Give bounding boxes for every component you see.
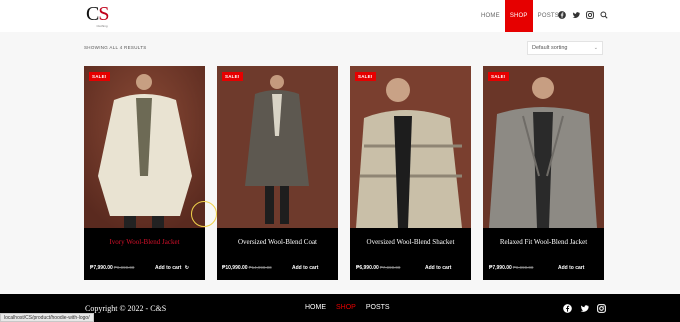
current-price: ₱7,990.00	[489, 265, 512, 271]
add-to-cart-label: Add to cart	[155, 265, 182, 271]
original-price: ₱14,990.00	[248, 265, 272, 270]
footer-nav-posts[interactable]: POSTS	[366, 304, 390, 311]
cursor-highlight	[191, 201, 217, 227]
instagram-icon[interactable]	[586, 11, 594, 19]
instagram-icon[interactable]	[597, 304, 606, 313]
nav-home[interactable]: HOME	[476, 0, 505, 32]
facebook-icon[interactable]	[558, 11, 566, 19]
twitter-icon[interactable]	[572, 11, 580, 19]
product-card[interactable]: SALE!	[350, 66, 471, 280]
current-price: ₱10,990.00	[222, 265, 248, 271]
product-card[interactable]: SALE!	[217, 66, 338, 280]
add-to-cart-button[interactable]: Add to cart	[292, 265, 318, 271]
product-image[interactable]: SALE!	[84, 66, 205, 228]
product-card[interactable]: SALE!	[84, 66, 205, 280]
sorting-value: Default sorting	[532, 45, 568, 51]
header-social	[558, 11, 608, 19]
footer-nav: HOME SHOP POSTS	[305, 304, 390, 311]
current-price: ₱7,990.00	[90, 265, 113, 271]
current-price: ₱6,990.00	[356, 265, 379, 271]
product-title[interactable]: Oversized Wool-Blend Shacket	[350, 238, 471, 246]
original-price: ₱7,990.00	[379, 265, 401, 270]
product-card[interactable]: SALE!	[483, 66, 604, 280]
model-photo-wool-coat	[217, 66, 338, 228]
twitter-icon[interactable]	[580, 304, 589, 313]
logo-letter-c: C	[86, 3, 99, 25]
browser-status-url: localhost/CS/product/hoodie-with-logo/	[0, 313, 94, 322]
footer-nav-shop[interactable]: SHOP	[336, 304, 356, 311]
original-price: ₱9,990.00	[113, 265, 135, 270]
site-logo[interactable]: CS Clothing	[86, 4, 118, 28]
product-price: ₱7,990.00₱9,990.00	[489, 265, 533, 271]
product-price: ₱6,990.00₱7,990.00	[356, 265, 400, 271]
site-header: CS Clothing HOME SHOP POSTS	[0, 0, 680, 32]
original-price: ₱9,990.00	[512, 265, 534, 270]
add-to-cart-button[interactable]: Add to cart	[425, 265, 451, 271]
product-image[interactable]: SALE!	[483, 66, 604, 228]
result-count: SHOWING ALL 4 RESULTS	[84, 45, 147, 50]
model-photo-relaxed-jacket	[483, 66, 604, 228]
sale-badge: SALE!	[89, 72, 110, 81]
nav-shop[interactable]: SHOP	[504, 0, 533, 32]
product-price: ₱10,990.00₱14,990.00	[222, 265, 272, 271]
footer-social	[563, 304, 606, 313]
sale-badge: SALE!	[355, 72, 376, 81]
product-image[interactable]: SALE!	[217, 66, 338, 228]
model-photo-wool-shacket	[350, 66, 471, 228]
loading-spinner-icon: ↻	[184, 265, 189, 271]
facebook-icon[interactable]	[563, 304, 572, 313]
product-price: ₱7,990.00₱9,990.00	[90, 265, 134, 271]
main-nav: HOME SHOP POSTS	[476, 0, 564, 32]
logo-letter-s: S	[98, 3, 109, 25]
add-to-cart-button[interactable]: Add to cart ↻	[155, 265, 189, 271]
product-title[interactable]: Ivory Wool-Blend Jacket	[84, 238, 205, 246]
model-photo-ivory-jacket	[84, 66, 205, 228]
sorting-select[interactable]: Default sorting ⌄	[527, 41, 603, 55]
product-image[interactable]: SALE!	[350, 66, 471, 228]
copyright-text: Copyright © 2022 - C&S	[85, 304, 167, 313]
site-footer: Copyright © 2022 - C&S HOME SHOP POSTS	[0, 294, 680, 322]
add-to-cart-button[interactable]: Add to cart	[558, 265, 584, 271]
footer-nav-home[interactable]: HOME	[305, 304, 326, 311]
product-title[interactable]: Relaxed Fit Wool-Blend Jacket	[483, 238, 604, 246]
search-icon[interactable]	[600, 11, 608, 19]
sale-badge: SALE!	[222, 72, 243, 81]
sale-badge: SALE!	[488, 72, 509, 81]
chevron-down-icon: ⌄	[593, 45, 598, 51]
product-title[interactable]: Oversized Wool-Blend Coat	[217, 238, 338, 246]
